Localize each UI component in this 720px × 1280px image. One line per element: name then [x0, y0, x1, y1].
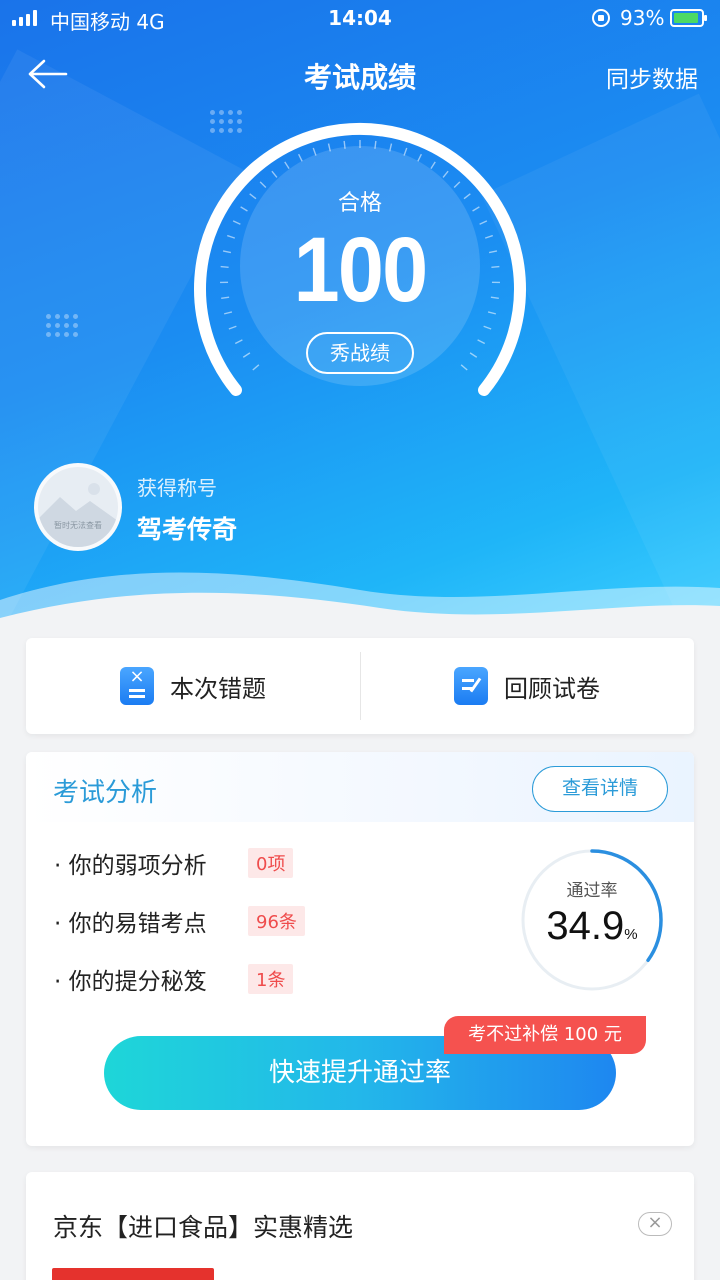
- ad-card[interactable]: 京东【进口食品】实惠精选 ×: [26, 1172, 694, 1280]
- exam-analysis-card: 考试分析 查看详情 · 你的弱项分析 0项 · 你的易错考点 96条 · 你的提…: [26, 752, 694, 1146]
- ad-title: 京东【进口食品】实惠精选: [53, 1213, 354, 1242]
- battery-percent: 93%: [620, 6, 665, 30]
- rotation-lock-icon: [592, 9, 610, 27]
- count-badge: 96条: [248, 906, 305, 936]
- view-details-button[interactable]: 查看详情: [532, 766, 668, 812]
- score-value: 100: [293, 219, 429, 321]
- honor-title: 驾考传奇: [137, 515, 238, 544]
- close-ad-button[interactable]: ×: [638, 1212, 672, 1236]
- honor-label: 获得称号: [137, 476, 217, 500]
- count-badge: 1条: [248, 964, 294, 994]
- promo-badge: 考不过补偿 100 元: [444, 1016, 646, 1054]
- row-label: · 你的易错考点: [54, 911, 207, 937]
- ad-image[interactable]: [52, 1268, 214, 1280]
- count-badge: 0项: [248, 848, 294, 878]
- wrong-questions-label: 本次错题: [170, 674, 266, 703]
- review-paper-label: 回顾试卷: [504, 674, 600, 703]
- weakness-row[interactable]: · 你的弱项分析 0项: [54, 846, 294, 880]
- pass-rate-number: 34.9: [546, 904, 625, 948]
- row-label: · 你的提分秘笈: [54, 969, 207, 995]
- nav-bar: 考试成绩 同步数据: [0, 48, 720, 102]
- review-paper-button[interactable]: 回顾试卷: [360, 638, 694, 734]
- show-score-button[interactable]: 秀战绩: [306, 332, 414, 374]
- analysis-title: 考试分析: [53, 778, 158, 808]
- row-label: · 你的弱项分析: [54, 853, 207, 879]
- analysis-header: 考试分析 查看详情: [26, 752, 694, 822]
- wrong-questions-button[interactable]: 本次错题: [26, 638, 360, 734]
- quick-actions-card: 本次错题 回顾试卷: [26, 638, 694, 734]
- battery-icon: [670, 9, 707, 27]
- gauge-tick: [228, 325, 237, 330]
- pass-rate-value: 34.9%: [520, 904, 664, 949]
- pass-rate-unit: %: [624, 926, 638, 943]
- review-paper-icon: [454, 667, 488, 705]
- gauge-tick: [483, 325, 492, 330]
- sync-data-button[interactable]: 同步数据: [606, 60, 698, 94]
- avatar-caption: 暂时无法查看: [54, 521, 102, 530]
- result-label: 合格: [337, 191, 382, 216]
- pass-rate-label: 通过率: [566, 881, 618, 901]
- image-placeholder-icon: [38, 483, 118, 547]
- wrong-questions-icon: [120, 667, 154, 705]
- header-hero: 中国移动 4G 14:04 93% 考试成绩 同步数据 合格 100 秀战绩 暂…: [0, 0, 720, 640]
- error-points-row[interactable]: · 你的易错考点 96条: [54, 904, 305, 938]
- avatar[interactable]: 暂时无法查看: [34, 463, 122, 551]
- tips-row[interactable]: · 你的提分秘笈 1条: [54, 962, 294, 996]
- clock: 14:04: [328, 6, 392, 30]
- status-bar: 中国移动 4G 14:04 93%: [0, 0, 720, 38]
- wave-divider: [0, 572, 720, 640]
